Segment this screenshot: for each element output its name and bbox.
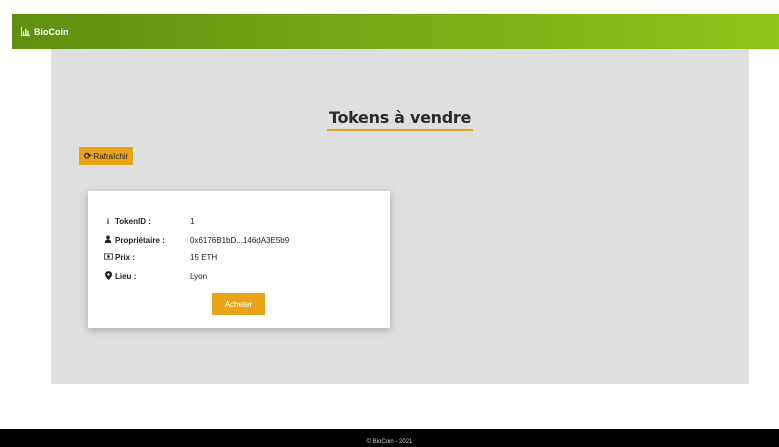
info-icon: i [106,217,110,226]
footer-text: © BioCoin - 2021 [366,439,413,445]
chart-bar-icon [21,27,30,36]
sync-icon: ⟳ [84,150,92,161]
user-icon [104,235,112,245]
token-place-value: Lyon [190,272,208,281]
token-id-value: 1 [190,217,195,226]
token-owner-value: 0x6176B1bD...146dA3E5b9 [190,235,290,245]
buy-button[interactable]: Acheter [212,293,265,315]
token-card: i TokenID : 1 Propriétaire : 0x6176B1bD.… [88,191,390,328]
navbar: BioCoin [12,14,779,49]
token-owner-row: Propriétaire : 0x6176B1bD...146dA3E5b9 [104,235,289,245]
brand-link[interactable]: BioCoin [21,27,69,37]
token-price-label: Prix : [115,253,136,262]
token-price-value: 15 ETH [190,253,218,262]
token-id-label: TokenID : [115,217,151,226]
map-marker-icon [104,271,112,282]
main-content: Tokens à vendre ⟳ Rafraîchir i TokenID :… [51,49,749,384]
token-owner-label: Propriétaire : [115,235,165,245]
page-title: Tokens à vendre [326,108,474,131]
token-place-row: Lieu : Lyon [104,271,207,282]
money-bill-icon [104,253,113,262]
refresh-label: Rafraîchir [93,151,129,161]
page-title-wrap: Tokens à vendre [51,108,749,131]
footer: © BioCoin - 2021 [0,429,779,447]
token-place-label: Lieu : [115,272,137,281]
token-id-row: i TokenID : 1 [104,217,195,226]
refresh-button[interactable]: ⟳ Rafraîchir [79,147,134,165]
brand-name: BioCoin [34,26,69,37]
token-price-row: Prix : 15 ETH [104,253,217,262]
